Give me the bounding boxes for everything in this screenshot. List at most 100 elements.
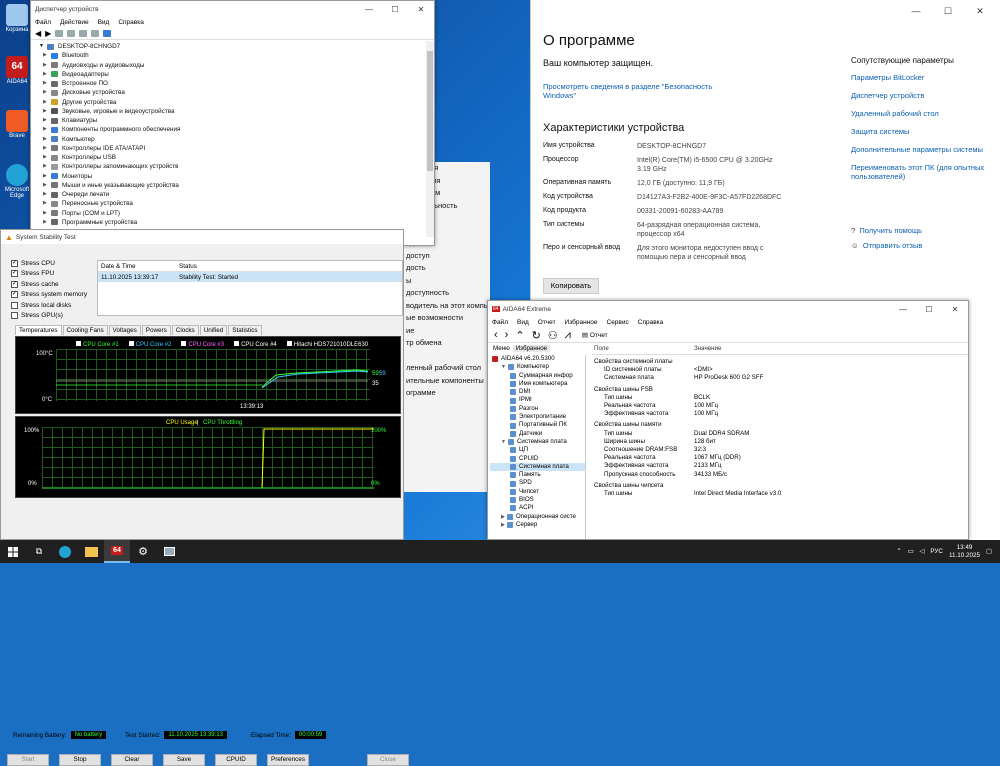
notifications-icon[interactable]: ▢: [986, 548, 992, 555]
start-icon[interactable]: [0, 540, 26, 563]
maximize-icon[interactable]: ☐: [932, 0, 964, 22]
settings-gear-icon[interactable]: ⚙: [130, 540, 156, 563]
scrollbar-thumb[interactable]: [427, 51, 433, 171]
close-icon[interactable]: ✕: [942, 305, 968, 314]
settings-nav-item[interactable]: ые возможности: [402, 312, 497, 325]
tree-item[interactable]: ▶ Другие устройства: [35, 98, 434, 107]
settings-nav-item[interactable]: ы: [402, 275, 497, 288]
tree-root[interactable]: ▼ DESKTOP-8CHNGD7: [35, 42, 434, 51]
menu-help[interactable]: Справка: [118, 19, 144, 26]
tree-item[interactable]: ▶ Переносные устройства: [35, 199, 434, 208]
brave-desktop-icon[interactable]: Brave: [2, 110, 32, 139]
tree-item[interactable]: ▶ Звуковые, игровые и видеоустройства: [35, 107, 434, 116]
start-button[interactable]: Start: [7, 754, 49, 766]
stress-checkbox[interactable]: ✓ Stress system memory: [11, 290, 87, 301]
aida-menu-item[interactable]: Избранное: [565, 319, 598, 326]
maximize-icon[interactable]: ☐: [916, 305, 942, 314]
related-link[interactable]: Защита системы: [851, 127, 991, 136]
preferences-button[interactable]: Preferences: [267, 754, 309, 766]
expander-icon[interactable]: ▶: [501, 521, 505, 529]
graph-tab[interactable]: Voltages: [108, 325, 141, 335]
close-button[interactable]: Close: [367, 754, 409, 766]
graph-tab[interactable]: Temperatures: [15, 325, 62, 335]
feedback-link[interactable]: ☺ Отправить отзыв: [851, 241, 922, 250]
aida-tree-item[interactable]: Портативный ПК: [490, 421, 585, 429]
back-icon[interactable]: ‹: [494, 329, 498, 341]
minimize-icon[interactable]: —: [890, 305, 916, 314]
graph-tab[interactable]: Powers: [141, 325, 171, 335]
aida-tree-item[interactable]: Разгон: [490, 405, 585, 413]
recycle-bin-icon[interactable]: Корзина: [2, 4, 32, 33]
tree-item[interactable]: ▶ Встроенное ПО: [35, 79, 434, 88]
forward-icon[interactable]: ▶: [45, 29, 51, 38]
tab-menu[interactable]: Меню: [490, 345, 513, 352]
aida-menu-item[interactable]: Справка: [638, 319, 664, 326]
back-icon[interactable]: ◀: [35, 29, 41, 38]
stress-checkbox[interactable]: Stress local disks: [11, 300, 87, 311]
aida-menu-item[interactable]: Сервис: [607, 319, 629, 326]
cpuid-button[interactable]: CPUID: [215, 754, 257, 766]
clock[interactable]: 13:49 11.10.2025: [949, 544, 980, 560]
tree-item[interactable]: ▶ Контроллеры USB: [35, 153, 434, 162]
monitor-icon[interactable]: [103, 30, 112, 37]
aida-tree-item[interactable]: ▶ Операционная систе: [490, 513, 585, 521]
update-icon[interactable]: [67, 30, 76, 37]
forward-icon[interactable]: ›: [505, 329, 509, 341]
expander-icon[interactable]: ▼: [501, 363, 506, 371]
minimize-icon[interactable]: —: [356, 5, 382, 14]
aida-tree-item[interactable]: ▶ Сервер: [490, 521, 585, 529]
network-icon[interactable]: ▭: [908, 548, 914, 555]
copy-button[interactable]: Копировать: [543, 278, 599, 294]
related-link[interactable]: Переименовать этот ПК (для опытных польз…: [851, 163, 991, 181]
expander-icon[interactable]: ▼: [501, 438, 506, 446]
user-icon[interactable]: ⚇: [548, 329, 558, 342]
refresh-icon[interactable]: ↻: [532, 329, 541, 342]
settings-nav-item[interactable]: ленный рабочий стол: [402, 362, 497, 375]
aida-tree-item[interactable]: IPMI: [490, 396, 585, 404]
aida-tree-item[interactable]: Чипсет: [490, 488, 585, 496]
settings-nav-item[interactable]: тр обмена: [402, 337, 497, 350]
aida-tree-item[interactable]: Имя компьютера: [490, 380, 585, 388]
aida64-taskbar-icon[interactable]: 64: [104, 540, 130, 563]
help-icon[interactable]: [79, 30, 88, 37]
aida-menu-item[interactable]: Файл: [492, 319, 508, 326]
graph-tab[interactable]: Unified: [199, 325, 228, 335]
aida-tree-item[interactable]: Системная плата: [490, 462, 585, 472]
task-view-icon[interactable]: ⧉: [26, 540, 52, 563]
security-link[interactable]: Просмотреть сведения в разделе "Безопасн…: [543, 82, 733, 100]
expander-icon[interactable]: ▶: [501, 513, 505, 521]
stress-checkbox[interactable]: ✓ Stress CPU: [11, 258, 87, 269]
chart-icon[interactable]: ⩘: [565, 329, 571, 342]
stress-checkbox[interactable]: ✓ Stress cache: [11, 279, 87, 290]
tree-item[interactable]: ▶ Дисковые устройства: [35, 88, 434, 97]
tree-item[interactable]: ▶ Порты (COM и LPT): [35, 209, 434, 218]
settings-nav-item[interactable]: доступность: [402, 287, 497, 300]
tree-item[interactable]: ▶ Мониторы: [35, 172, 434, 181]
tree-item[interactable]: ▶ Bluetooth: [35, 51, 434, 60]
aida-tree-item[interactable]: Электропитание: [490, 413, 585, 421]
menu-file[interactable]: Файл: [35, 19, 51, 26]
tree-item[interactable]: ▶ Контроллеры запоминающих устройств: [35, 162, 434, 171]
tree-item[interactable]: ▶ Компоненты программного обеспечения: [35, 125, 434, 134]
get-help-link[interactable]: ? Получить помощь: [851, 226, 922, 235]
related-link[interactable]: Удаленный рабочий стол: [851, 109, 991, 118]
graph-tab[interactable]: Clocks: [171, 325, 199, 335]
aida-tree-item[interactable]: ЦП: [490, 446, 585, 454]
file-explorer-icon[interactable]: [78, 540, 104, 563]
settings-nav-item[interactable]: ие: [402, 325, 497, 338]
tree-item[interactable]: ▶ Программные устройства: [35, 218, 434, 227]
settings-nav-item[interactable]: [402, 350, 497, 363]
edge-desktop-icon[interactable]: Microsoft Edge: [2, 164, 32, 199]
tree-item[interactable]: ▶ Очереди печати: [35, 190, 434, 199]
tree-item[interactable]: ▶ Контроллеры IDE ATA/ATAPI: [35, 144, 434, 153]
related-link[interactable]: Дополнительные параметры системы: [851, 145, 991, 154]
aida-tree-item[interactable]: CPUID: [490, 455, 585, 463]
related-link[interactable]: Параметры BitLocker: [851, 73, 991, 82]
graph-tab[interactable]: Statistics: [228, 325, 262, 335]
aida-tree-item[interactable]: BIOS: [490, 496, 585, 504]
aida-tree-item[interactable]: AIDA64 v6.20.5300: [490, 355, 585, 363]
minimize-icon[interactable]: —: [900, 0, 932, 22]
scrollbar[interactable]: [426, 41, 434, 237]
settings-nav-item[interactable]: ительные компоненты: [402, 375, 497, 388]
tree-item[interactable]: ▶ Мыши и иные указывающие устройства: [35, 181, 434, 190]
